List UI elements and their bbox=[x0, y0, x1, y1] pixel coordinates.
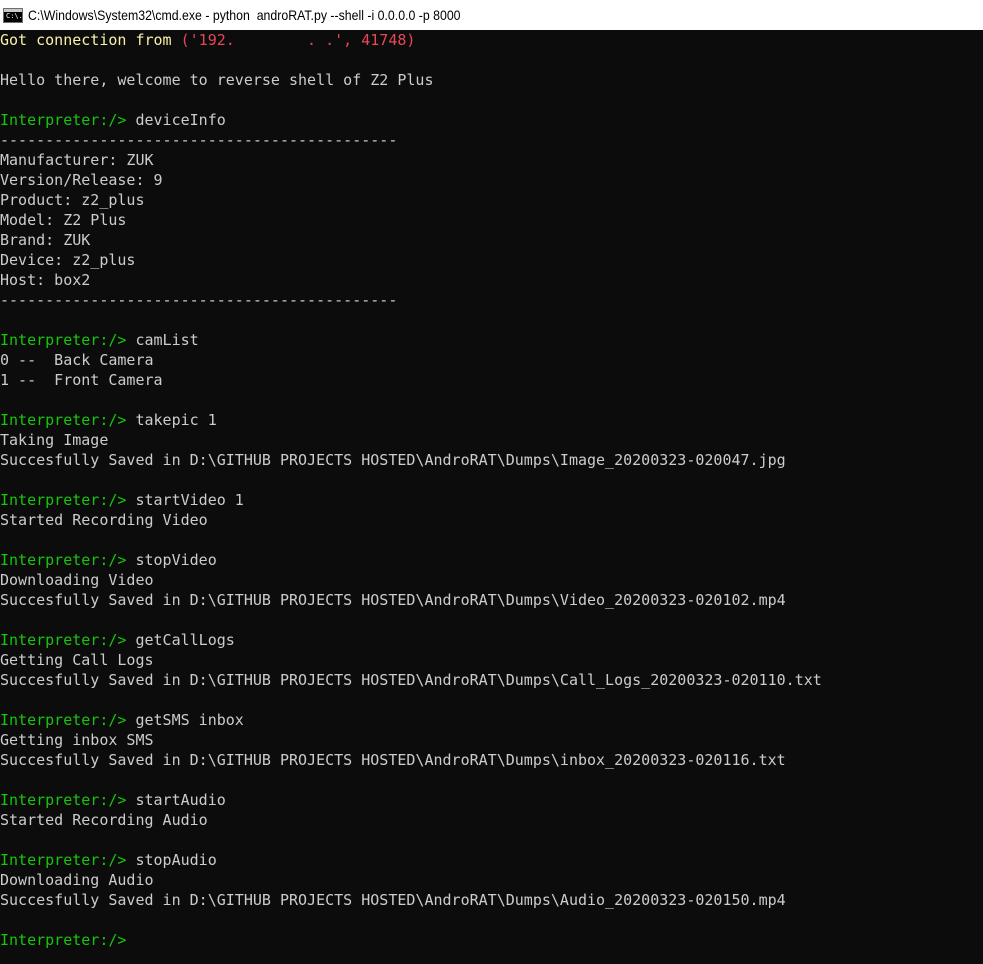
prompt: Interpreter:/> bbox=[0, 111, 136, 129]
command-line: Interpreter:/> bbox=[0, 930, 983, 950]
connection-line: Got connection from ('192. . .', 41748) bbox=[0, 30, 983, 50]
connection-label: Got connection from bbox=[0, 31, 181, 49]
window-title: C:\Windows\System32\cmd.exe - python and… bbox=[28, 7, 461, 23]
cmd-icon-glyph: C:\. bbox=[6, 11, 23, 20]
command-text: getSMS inbox bbox=[135, 711, 244, 729]
prompt: Interpreter:/> bbox=[0, 791, 136, 809]
output-line: Getting Call Logs bbox=[0, 651, 154, 669]
prompt: Interpreter:/> bbox=[0, 851, 136, 869]
output-line: Brand: ZUK bbox=[0, 231, 91, 249]
output-line: Succesfully Saved in D:\GITHUB PROJECTS … bbox=[0, 891, 786, 909]
command-text: startVideo 1 bbox=[135, 491, 244, 509]
output-line: Succesfully Saved in D:\GITHUB PROJECTS … bbox=[0, 451, 786, 469]
command-text: deviceInfo bbox=[135, 111, 226, 129]
output-line: Hello there, welcome to reverse shell of… bbox=[0, 71, 434, 89]
output-line: Started Recording Audio bbox=[0, 811, 208, 829]
output-line: Getting inbox SMS bbox=[0, 731, 154, 749]
command-line: Interpreter:/> stopAudio bbox=[0, 850, 983, 870]
output-line: Product: z2_plus bbox=[0, 191, 145, 209]
prompt: Interpreter:/> bbox=[0, 931, 136, 949]
output-line: Downloading Audio bbox=[0, 871, 154, 889]
prompt: Interpreter:/> bbox=[0, 331, 136, 349]
command-text: getCallLogs bbox=[135, 631, 235, 649]
command-line: Interpreter:/> camList bbox=[0, 330, 983, 350]
console-output[interactable]: Got connection from ('192. . .', 41748) … bbox=[0, 30, 983, 964]
connection-address: ('192. . .', 41748) bbox=[180, 31, 416, 49]
output-line: Host: box2 bbox=[0, 271, 91, 289]
command-line: Interpreter:/> stopVideo bbox=[0, 550, 983, 570]
command-line: Interpreter:/> deviceInfo bbox=[0, 110, 983, 130]
title-bar[interactable]: C:\. C:\Windows\System32\cmd.exe - pytho… bbox=[0, 0, 983, 30]
output-line: Downloading Video bbox=[0, 571, 154, 589]
output-line: ----------------------------------------… bbox=[0, 291, 398, 309]
output-line: 1 -- Front Camera bbox=[0, 371, 163, 389]
output-line: Succesfully Saved in D:\GITHUB PROJECTS … bbox=[0, 591, 786, 609]
output-line: 0 -- Back Camera bbox=[0, 351, 154, 369]
output-line: Taking Image bbox=[0, 431, 109, 449]
output-line: Manufacturer: ZUK bbox=[0, 151, 154, 169]
prompt: Interpreter:/> bbox=[0, 631, 136, 649]
output-line: Succesfully Saved in D:\GITHUB PROJECTS … bbox=[0, 671, 822, 689]
output-line: Version/Release: 9 bbox=[0, 171, 163, 189]
command-line: Interpreter:/> startVideo 1 bbox=[0, 490, 983, 510]
command-text: stopAudio bbox=[135, 851, 217, 869]
command-text: startAudio bbox=[135, 791, 226, 809]
command-line: Interpreter:/> getCallLogs bbox=[0, 630, 983, 650]
prompt: Interpreter:/> bbox=[0, 491, 136, 509]
command-text: takepic 1 bbox=[135, 411, 217, 429]
command-text: camList bbox=[135, 331, 199, 349]
command-line: Interpreter:/> getSMS inbox bbox=[0, 710, 983, 730]
prompt: Interpreter:/> bbox=[0, 551, 136, 569]
command-line: Interpreter:/> startAudio bbox=[0, 790, 983, 810]
command-line: Interpreter:/> takepic 1 bbox=[0, 410, 983, 430]
cmd-icon[interactable]: C:\. bbox=[3, 7, 23, 23]
prompt: Interpreter:/> bbox=[0, 711, 136, 729]
output-line: ----------------------------------------… bbox=[0, 131, 398, 149]
output-line: Succesfully Saved in D:\GITHUB PROJECTS … bbox=[0, 751, 786, 769]
output-line: Started Recording Video bbox=[0, 511, 208, 529]
command-text: stopVideo bbox=[135, 551, 217, 569]
output-line: Model: Z2 Plus bbox=[0, 211, 127, 229]
output-line: Device: z2_plus bbox=[0, 251, 136, 269]
prompt: Interpreter:/> bbox=[0, 411, 136, 429]
